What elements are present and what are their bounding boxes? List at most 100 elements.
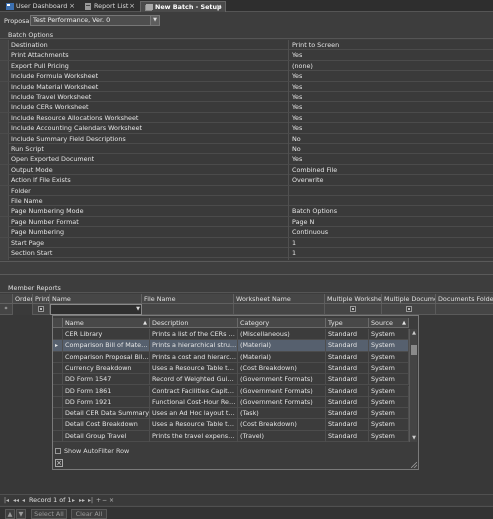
popup-row[interactable]: Detail CER Data Summary Uses an Ad Hoc la… (53, 408, 409, 420)
new-item-row[interactable]: * ▼ (0, 304, 493, 315)
popup-column-type[interactable]: Type (326, 318, 369, 328)
documents-folder-cell[interactable] (436, 304, 493, 315)
popup-column-category[interactable]: Category (238, 318, 326, 328)
first-record-icon[interactable]: |◂ (4, 497, 9, 505)
option-row[interactable]: Output Mode Combined File (0, 164, 493, 176)
option-row[interactable]: Include Accounting Calendars Worksheet Ye… (0, 123, 493, 134)
option-row[interactable]: Page Numbering Mode Batch Options (0, 206, 493, 217)
print-cell[interactable] (33, 304, 50, 315)
popup-scrollbar[interactable]: ▲ ▼ (409, 329, 417, 442)
last-record-icon[interactable]: ▸| (88, 497, 93, 505)
autofilter-checkbox[interactable] (55, 448, 61, 454)
option-value[interactable]: 1 (292, 238, 296, 248)
option-row[interactable]: Include Resource Allocations Worksheet Ye… (0, 112, 493, 124)
resize-grip-icon[interactable] (411, 462, 417, 468)
option-row[interactable]: File Name (0, 196, 493, 207)
popup-row[interactable]: Detail Group Travel Prints the travel exp… (53, 430, 409, 442)
option-value[interactable]: Print to Screen (292, 40, 339, 50)
cancel-edit-icon[interactable]: × (109, 497, 114, 505)
option-row[interactable]: Section NumberingExpand (0, 258, 493, 260)
option-value[interactable]: (none) (292, 61, 313, 71)
option-row[interactable]: Print Attachments Yes (0, 50, 493, 61)
option-value[interactable]: Yes (292, 50, 302, 60)
previous-record-icon[interactable]: ◂ (22, 497, 25, 505)
option-value[interactable]: Yes (292, 154, 302, 164)
option-value[interactable]: 1 (292, 248, 296, 258)
worksheet-name-cell[interactable] (234, 304, 325, 315)
option-value[interactable]: Yes (292, 123, 302, 133)
option-row[interactable]: Export Pull Pricing (none) (0, 60, 493, 72)
add-record-icon[interactable]: + (96, 497, 101, 505)
multiple-worksheets-cell[interactable] (325, 304, 382, 315)
option-row[interactable]: Destination Print to Screen (0, 40, 493, 51)
column-header-multiple-documents[interactable]: Multiple Documents (382, 294, 436, 304)
popup-column-description[interactable]: Description (150, 318, 238, 328)
multiple-worksheets-checkbox[interactable] (350, 306, 356, 312)
tab-new-batch-setup[interactable]: New Batch - Setup × (140, 1, 226, 12)
close-icon[interactable]: × (129, 1, 135, 11)
tab-user-dashboard[interactable]: User Dashboard × (2, 1, 78, 12)
file-name-cell[interactable] (142, 304, 234, 315)
select-all-button[interactable]: Select All (31, 509, 67, 519)
multiple-documents-checkbox[interactable] (406, 306, 412, 312)
option-row[interactable]: Include CERs Worksheet Yes (0, 102, 493, 113)
previous-page-icon[interactable]: ◂◂ (13, 497, 19, 505)
move-up-button[interactable]: ▲ (5, 509, 15, 519)
option-row[interactable]: Action If File Exists Overwrite (0, 175, 493, 186)
scroll-thumb[interactable] (411, 345, 417, 355)
popup-row[interactable]: DD Form 1547Record of Weighted Guideline… (53, 374, 409, 386)
option-value[interactable]: Batch Options (292, 206, 337, 216)
option-row[interactable]: Page Numbering Continuous (0, 227, 493, 238)
scroll-down-icon[interactable]: ▼ (410, 434, 418, 442)
order-cell[interactable] (13, 304, 33, 315)
option-value[interactable]: No (292, 144, 301, 154)
proposal-combo[interactable]: Test Performance, Ver. 0 ▼ (30, 15, 160, 26)
option-value[interactable]: Expand (292, 258, 316, 260)
column-header-file-name[interactable]: File Name (142, 294, 234, 304)
delete-record-icon[interactable]: − (102, 497, 107, 505)
option-row[interactable]: Run Script No (0, 144, 493, 155)
column-header-worksheet-name[interactable]: Worksheet Name (234, 294, 325, 304)
popup-row[interactable]: ▸Comparison Bill of Materials St...Print… (53, 340, 409, 352)
next-record-icon[interactable]: ▸ (72, 497, 75, 505)
option-row[interactable]: Start Page 1 (0, 237, 493, 248)
popup-row[interactable]: Detail Cost Breakdown Uses a Resource Tab… (53, 419, 409, 431)
close-icon[interactable]: × (216, 2, 222, 12)
option-row[interactable]: Open Exported Document Yes (0, 154, 493, 165)
chevron-down-icon[interactable]: ▼ (136, 306, 140, 312)
popup-row[interactable]: CER LibraryPrints a list of the CERs and… (53, 329, 409, 341)
option-value[interactable]: Overwrite (292, 175, 323, 185)
option-row[interactable]: Include Summary Field Descriptions No (0, 133, 493, 144)
scroll-up-icon[interactable]: ▲ (410, 329, 418, 337)
close-icon[interactable]: × (55, 459, 63, 467)
column-header-multiple-worksheets[interactable]: Multiple Worksheets (325, 294, 382, 304)
option-row[interactable]: Include Travel Worksheet Yes (0, 92, 493, 103)
option-value[interactable]: Yes (292, 92, 302, 102)
column-header-order[interactable]: Order (13, 294, 33, 304)
column-header-documents-folder[interactable]: Documents Folder (436, 294, 493, 304)
splitter[interactable] (0, 261, 493, 275)
option-value[interactable]: Page N (292, 217, 314, 227)
option-row[interactable]: Include Material Worksheet Yes (0, 81, 493, 92)
option-value[interactable]: Continuous (292, 227, 328, 237)
column-header-print[interactable]: Print (33, 294, 50, 304)
popup-column-source[interactable]: Source ▲ (369, 318, 409, 328)
next-page-icon[interactable]: ▸▸ (79, 497, 85, 505)
popup-row[interactable]: Comparison Proposal Bill of M...Prints a… (53, 351, 409, 363)
option-value[interactable]: Combined File (292, 165, 337, 175)
clear-all-button[interactable]: Clear All (71, 509, 107, 519)
option-value[interactable]: Yes (292, 71, 302, 81)
option-row[interactable]: Include Formula Worksheet Yes (0, 71, 493, 82)
option-row[interactable]: Section Start 1 (0, 248, 493, 259)
multiple-documents-cell[interactable] (382, 304, 436, 315)
close-icon[interactable]: × (69, 1, 75, 11)
option-value[interactable]: No (292, 134, 301, 144)
name-combo[interactable]: ▼ (50, 304, 142, 315)
popup-column-name[interactable]: Name ▲ (63, 318, 150, 328)
move-down-button[interactable]: ▼ (16, 509, 26, 519)
option-value[interactable]: Yes (292, 102, 302, 112)
option-row[interactable]: Folder (0, 185, 493, 196)
column-header-name[interactable]: Name (50, 294, 142, 304)
show-autofilter-row-option[interactable]: Show AutoFilter Row (55, 447, 129, 455)
print-checkbox[interactable] (38, 306, 44, 312)
